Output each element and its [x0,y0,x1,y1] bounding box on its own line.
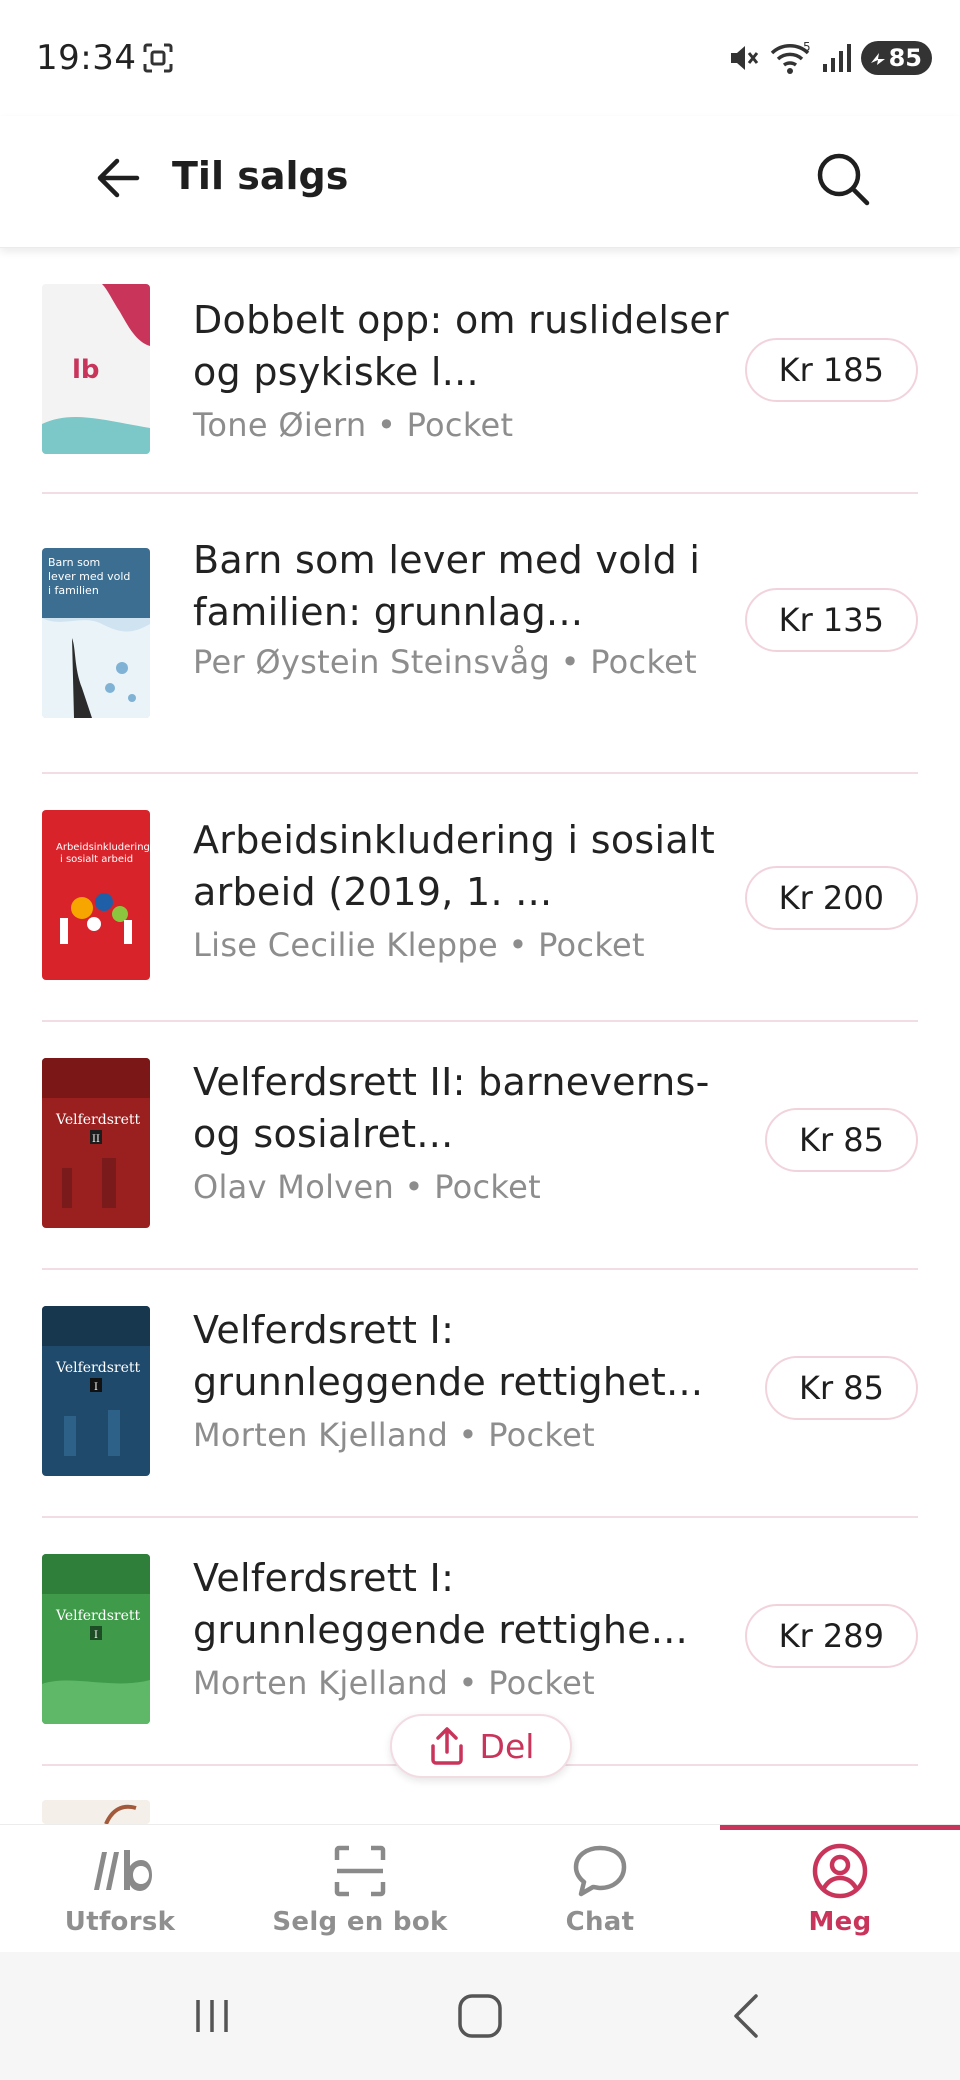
share-label: Del [479,1726,535,1766]
lb-logo-icon [88,1841,152,1901]
search-button[interactable] [808,144,878,214]
home-icon [458,1994,502,2038]
listing-item[interactable]: Barn som lever med vold i familien Barn … [42,494,918,774]
book-cover: Arbeidsinkludering i sosialt arbeid [42,810,150,980]
svg-text:Arbeidsinkludering: Arbeidsinkludering [56,842,150,853]
book-cover-partial [42,1800,150,1824]
book-meta: Lise Cecilie Kleppe • Pocket [193,926,645,964]
book-cover: Velferdsrett I [42,1554,150,1724]
back-button[interactable] [86,146,150,210]
screenshot-icon [142,42,174,74]
status-icons: 5 85 [727,38,932,78]
svg-text:I: I [94,1382,98,1393]
signal-icon [821,42,853,74]
book-cover: lb [42,284,150,454]
cover-title-text: Velferdsrett [55,1112,140,1128]
price-chip[interactable]: Kr 200 [744,866,918,930]
book-meta: Per Øystein Steinsvåg • Pocket [193,643,697,681]
chat-bubble-icon [568,1841,632,1901]
svg-text:II: II [92,1134,100,1145]
search-icon [817,153,870,206]
book-title: Dobbelt opp: om ruslidelser og psykiske … [193,298,729,394]
app-header: Til salgs [0,116,960,248]
cover-title-text: Velferdsrett [55,1360,140,1376]
listing-list[interactable]: lb Dobbelt opp: om ruslidelser og psykis… [0,250,960,1824]
price-chip[interactable]: Kr 289 [744,1604,918,1668]
share-icon [430,1727,463,1765]
book-meta: Morten Kjelland • Pocket [193,1416,595,1454]
book-title: Velferdsrett I: grunnleggende rettighe..… [193,1556,689,1652]
book-title: Barn som lever med vold i familien: grun… [193,538,701,634]
cover-title-text: Velferdsrett [55,1608,140,1624]
listing-item[interactable]: Velferdsrett II Velferdsrett II: barneve… [42,1022,918,1270]
cover-logo-text: lb [72,355,100,385]
nav-label: Chat [565,1907,635,1937]
book-meta: Tone Øiern • Pocket [193,406,514,444]
svg-text:I: I [94,1630,98,1641]
svg-text:i familien: i familien [48,584,99,597]
book-meta: Olav Molven • Pocket [193,1168,541,1206]
nav-tab-selg-en-bok[interactable]: Selg en bok [240,1825,480,1953]
battery-icon [870,53,885,65]
system-back-icon [734,1994,758,2038]
nav-tab-meg[interactable]: Meg [720,1825,960,1953]
svg-text:Barn som: Barn som [48,556,100,569]
battery-level: 85 [888,44,922,72]
status-time: 19:34 [36,38,137,78]
nav-label: Meg [808,1907,872,1937]
bottom-nav: Utforsk Selg en bok Chat Meg [0,1824,960,1952]
svg-text:5: 5 [803,41,811,54]
mute-icon [727,41,761,75]
listing-item[interactable]: Arbeidsinkludering i sosialt arbeid Arbe… [42,774,918,1022]
book-cover: Barn som lever med vold i familien [42,548,150,718]
status-bar: 19:34 5 85 [0,0,960,116]
price-chip[interactable]: Kr 135 [744,588,918,652]
book-cover: Velferdsrett II [42,1058,150,1228]
recent-apps-button[interactable] [182,1986,242,2046]
book-title: Arbeidsinkludering i sosialt arbeid (201… [193,818,716,914]
book-title: Velferdsrett I: grunnleggende rettighet.… [193,1308,704,1404]
profile-icon [808,1841,872,1901]
nav-label: Selg en bok [272,1907,448,1937]
page-title: Til salgs [172,154,349,198]
book-title: Velferdsrett II: barneverns- og sosialre… [193,1060,710,1156]
scan-icon [328,1841,392,1901]
price-chip[interactable]: Kr 85 [764,1356,918,1420]
price-chip[interactable]: Kr 85 [764,1108,918,1172]
book-cover: Velferdsrett I [42,1306,150,1476]
arrow-left-icon [97,158,140,198]
nav-label: Utforsk [64,1907,176,1937]
book-meta: Morten Kjelland • Pocket [193,1664,595,1702]
system-back-button[interactable] [718,1986,778,2046]
price-chip[interactable]: Kr 185 [744,338,918,402]
battery-indicator: 85 [860,41,932,75]
listing-item[interactable]: Velferdsrett I Velferdsrett I: grunnlegg… [42,1270,918,1518]
share-button[interactable]: Del [390,1714,572,1778]
system-nav-bar [0,1952,960,2080]
wifi-icon: 5 [769,41,813,75]
recent-apps-icon [196,2000,228,2032]
svg-text:i sosialt arbeid: i sosialt arbeid [60,854,133,865]
svg-text:lever med vold: lever med vold [48,570,130,583]
home-button[interactable] [450,1986,510,2046]
listing-item[interactable]: lb Dobbelt opp: om ruslidelser og psykis… [42,250,918,494]
nav-tab-utforsk[interactable]: Utforsk [0,1825,240,1953]
nav-tab-chat[interactable]: Chat [480,1825,720,1953]
